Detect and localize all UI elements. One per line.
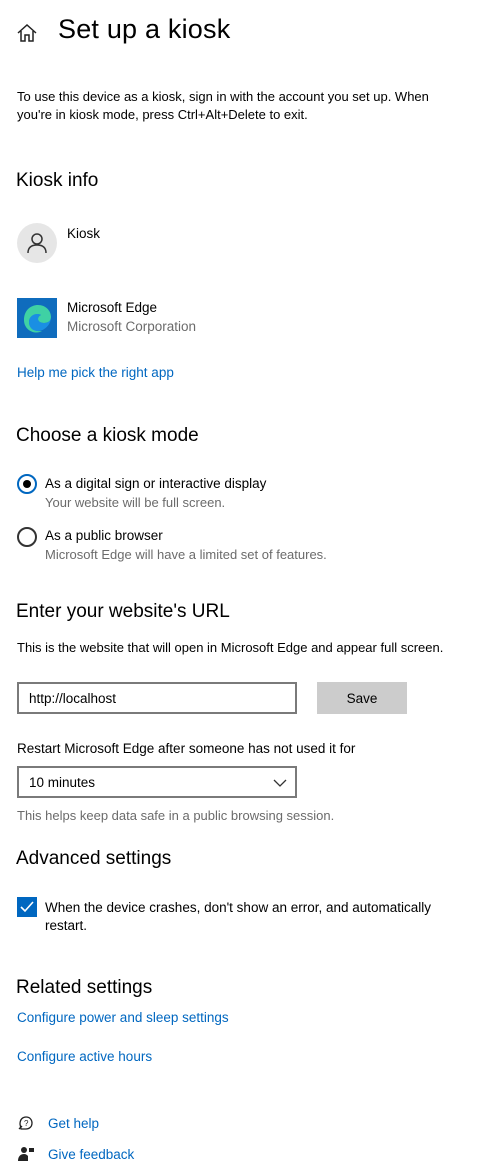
get-help-link[interactable]: Get help — [48, 1116, 99, 1131]
crash-restart-checkbox[interactable] — [17, 897, 37, 917]
advanced-settings-heading: Advanced settings — [16, 848, 172, 869]
option-digital-sign-label[interactable]: As a digital sign or interactive display — [45, 476, 266, 491]
help-pick-app-link[interactable]: Help me pick the right app — [17, 365, 174, 380]
radio-public-browser[interactable] — [17, 527, 37, 547]
option-public-browser-description: Microsoft Edge will have a limited set o… — [45, 547, 327, 562]
intro-text: To use this device as a kiosk, sign in w… — [17, 89, 429, 122]
kiosk-account-name: Kiosk — [67, 226, 101, 241]
restart-timeout-value: 10 minutes — [29, 775, 96, 790]
related-settings-heading: Related settings — [16, 977, 153, 998]
active-hours-link[interactable]: Configure active hours — [17, 1049, 152, 1064]
power-sleep-link[interactable]: Configure power and sleep settings — [17, 1010, 229, 1025]
kiosk-info-heading: Kiosk info — [16, 170, 99, 191]
page-title: Set up a kiosk — [58, 14, 231, 44]
home-icon[interactable] — [16, 22, 38, 44]
chevron-down-icon — [273, 776, 287, 794]
url-input[interactable] — [17, 682, 297, 714]
feedback-icon — [17, 1145, 35, 1163]
give-feedback-link[interactable]: Give feedback — [48, 1147, 134, 1162]
get-help-icon: ? — [17, 1114, 35, 1132]
edge-logo-icon — [17, 298, 57, 338]
option-digital-sign-description: Your website will be full screen. — [45, 495, 226, 510]
svg-text:?: ? — [24, 1119, 29, 1128]
crash-restart-label[interactable]: When the device crashes, don't show an e… — [45, 899, 465, 935]
app-name: Microsoft Edge — [67, 300, 158, 315]
kiosk-mode-heading: Choose a kiosk mode — [16, 425, 199, 446]
restart-timeout-dropdown[interactable]: 10 minutes — [17, 766, 297, 798]
save-button[interactable]: Save — [317, 682, 407, 714]
website-url-heading: Enter your website's URL — [16, 601, 230, 622]
restart-help-text: This helps keep data safe in a public br… — [17, 808, 335, 823]
url-description: This is the website that will open in Mi… — [17, 640, 444, 655]
restart-label: Restart Microsoft Edge after someone has… — [17, 741, 356, 756]
radio-digital-sign[interactable] — [17, 474, 37, 494]
option-public-browser-label[interactable]: As a public browser — [45, 528, 163, 543]
person-icon — [17, 223, 57, 263]
app-publisher: Microsoft Corporation — [67, 319, 197, 334]
